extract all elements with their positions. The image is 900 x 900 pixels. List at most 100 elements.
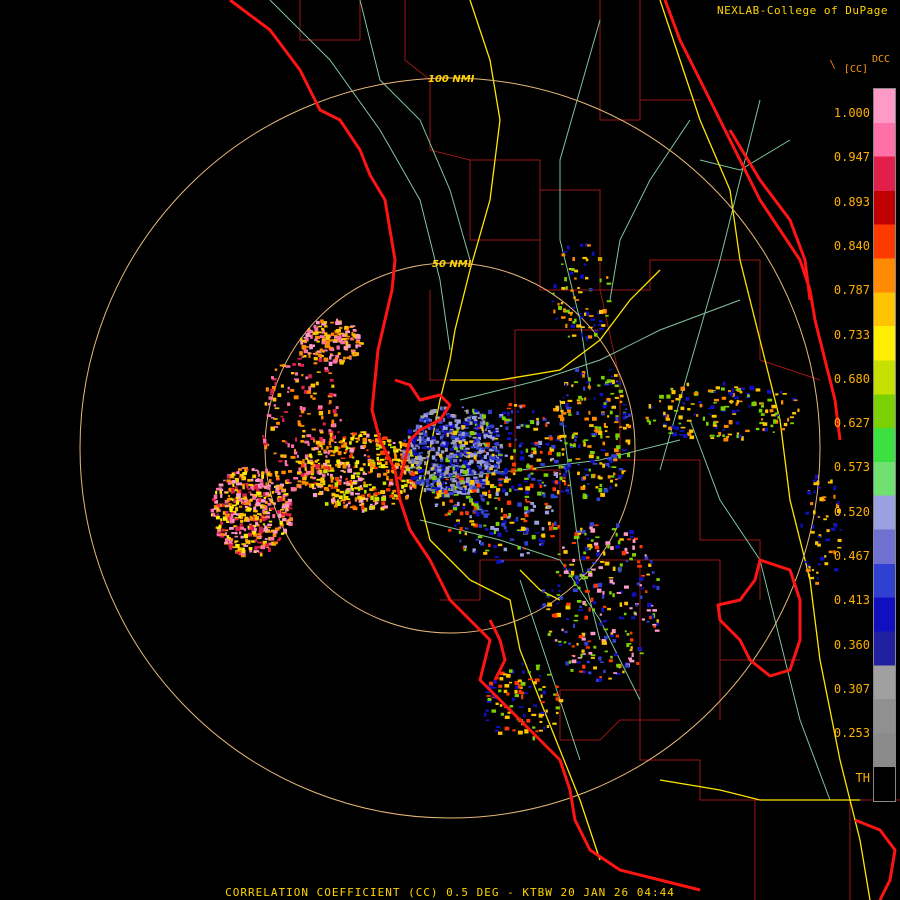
radar-echo-pixel (575, 368, 580, 372)
radar-echo-pixel (340, 440, 343, 444)
radar-echo-pixel (568, 458, 572, 462)
radar-echo-pixel (308, 459, 313, 462)
radar-echo-pixel (614, 421, 619, 424)
radar-echo-pixel (632, 553, 636, 557)
radar-echo-pixel (807, 490, 811, 495)
radar-echo-pixel (489, 467, 493, 471)
radar-echo-pixel (615, 545, 620, 549)
radar-echo-pixel (568, 568, 571, 572)
radar-echo-pixel (656, 578, 660, 581)
radar-echo-pixel (253, 506, 257, 511)
radar-echo-pixel (520, 553, 524, 557)
radar-echo-pixel (290, 487, 296, 492)
radar-echo-pixel (627, 413, 630, 415)
radar-echo-pixel (418, 452, 421, 455)
radar-echo-pixel (639, 545, 643, 549)
colorbar-tick: 0.840 (833, 238, 870, 253)
radar-echo-pixel (484, 447, 490, 449)
radar-echo-pixel (536, 458, 542, 462)
radar-echo-pixel (603, 488, 609, 493)
radar-echo-pixel (530, 508, 535, 512)
radar-echo-pixel (487, 697, 492, 701)
radar-echo-pixel (781, 400, 784, 405)
radar-echo-pixel (535, 664, 541, 667)
radar-echo-pixel (412, 449, 417, 453)
radar-echo-pixel (428, 418, 432, 422)
radar-echo-pixel (240, 535, 244, 539)
radar-echo-pixel (330, 321, 334, 324)
radar-echo-pixel (627, 452, 631, 458)
radar-echo-pixel (355, 473, 360, 475)
radar-echo-pixel (555, 693, 559, 697)
radar-echo-pixel (274, 407, 280, 410)
radar-echo-pixel (683, 434, 688, 438)
radar-echo-pixel (621, 550, 626, 556)
radar-echo-pixel (282, 494, 285, 499)
radar-echo-pixel (258, 530, 264, 534)
radar-echo-pixel (586, 381, 590, 384)
radar-echo-pixel (436, 493, 441, 498)
radar-echo-pixel (238, 515, 241, 519)
radar-echo-pixel (484, 510, 489, 512)
radar-echo-pixel (554, 459, 559, 464)
radar-echo-pixel (350, 491, 354, 496)
radar-echo-pixel (301, 374, 304, 377)
radar-echo-pixel (449, 430, 453, 433)
radar-echo-pixel (523, 520, 528, 523)
radar-echo-pixel (327, 473, 329, 476)
radar-echo-pixel (710, 405, 715, 410)
radar-echo-pixel (280, 508, 285, 511)
radar-echo-pixel (284, 503, 290, 508)
radar-echo-pixel (631, 616, 636, 620)
radar-echo-pixel (427, 450, 430, 455)
radar-echo-pixel (782, 393, 787, 395)
radar-echo-pixel (272, 502, 275, 505)
radar-echo-pixel (516, 529, 522, 531)
radar-echo-pixel (516, 426, 521, 429)
radar-echo-pixel (523, 480, 528, 483)
radar-echo-pixel (547, 673, 552, 676)
radar-echo-pixel (555, 706, 560, 710)
radar-echo-pixel (556, 452, 561, 457)
radar-echo-pixel (372, 461, 376, 464)
radar-echo-pixel (259, 526, 263, 531)
radar-echo-pixel (481, 426, 484, 431)
radar-echo-pixel (335, 477, 340, 481)
radar-echo-pixel (407, 429, 413, 434)
radar-echo-pixel (325, 459, 330, 464)
radar-echo-pixel (713, 390, 717, 393)
radar-echo-pixel (293, 451, 298, 455)
radar-echo-pixel (526, 552, 530, 555)
radar-echo-pixel (505, 426, 509, 430)
radar-echo-pixel (559, 476, 563, 481)
radar-echo-pixel (559, 439, 563, 442)
radar-echo-pixel (337, 481, 342, 486)
radar-echo-pixel (619, 538, 624, 541)
radar-echo-pixel (762, 422, 768, 426)
radar-echo-pixel (265, 492, 269, 496)
radar-echo-pixel (559, 422, 564, 426)
radar-echo-pixel (362, 437, 368, 442)
radar-echo-pixel (253, 514, 257, 517)
radar-echo-pixel (556, 490, 560, 495)
radar-echo-pixel (454, 485, 457, 490)
radar-echo-pixel (422, 441, 427, 445)
radar-echo-pixel (589, 424, 594, 427)
radar-echo-pixel (251, 531, 255, 535)
radar-echo-pixel (456, 419, 461, 424)
radar-echo-pixel (617, 477, 621, 480)
radar-echo-pixel (310, 334, 313, 339)
radar-echo-pixel (374, 497, 380, 502)
radar-echo-pixel (604, 561, 610, 566)
radar-echo-pixel (592, 473, 596, 478)
radar-echo-pixel (485, 709, 489, 712)
radar-echo-pixel (616, 523, 620, 528)
radar-echo-pixel (520, 450, 524, 454)
radar-echo-pixel (239, 505, 243, 508)
radar-echo-pixel (338, 495, 343, 500)
radar-echo-pixel (232, 504, 237, 507)
radar-echo-pixel (332, 340, 337, 343)
radar-echo-pixel (596, 456, 600, 460)
radar-echo-pixel (236, 471, 240, 475)
radar-echo-pixel (537, 479, 542, 482)
